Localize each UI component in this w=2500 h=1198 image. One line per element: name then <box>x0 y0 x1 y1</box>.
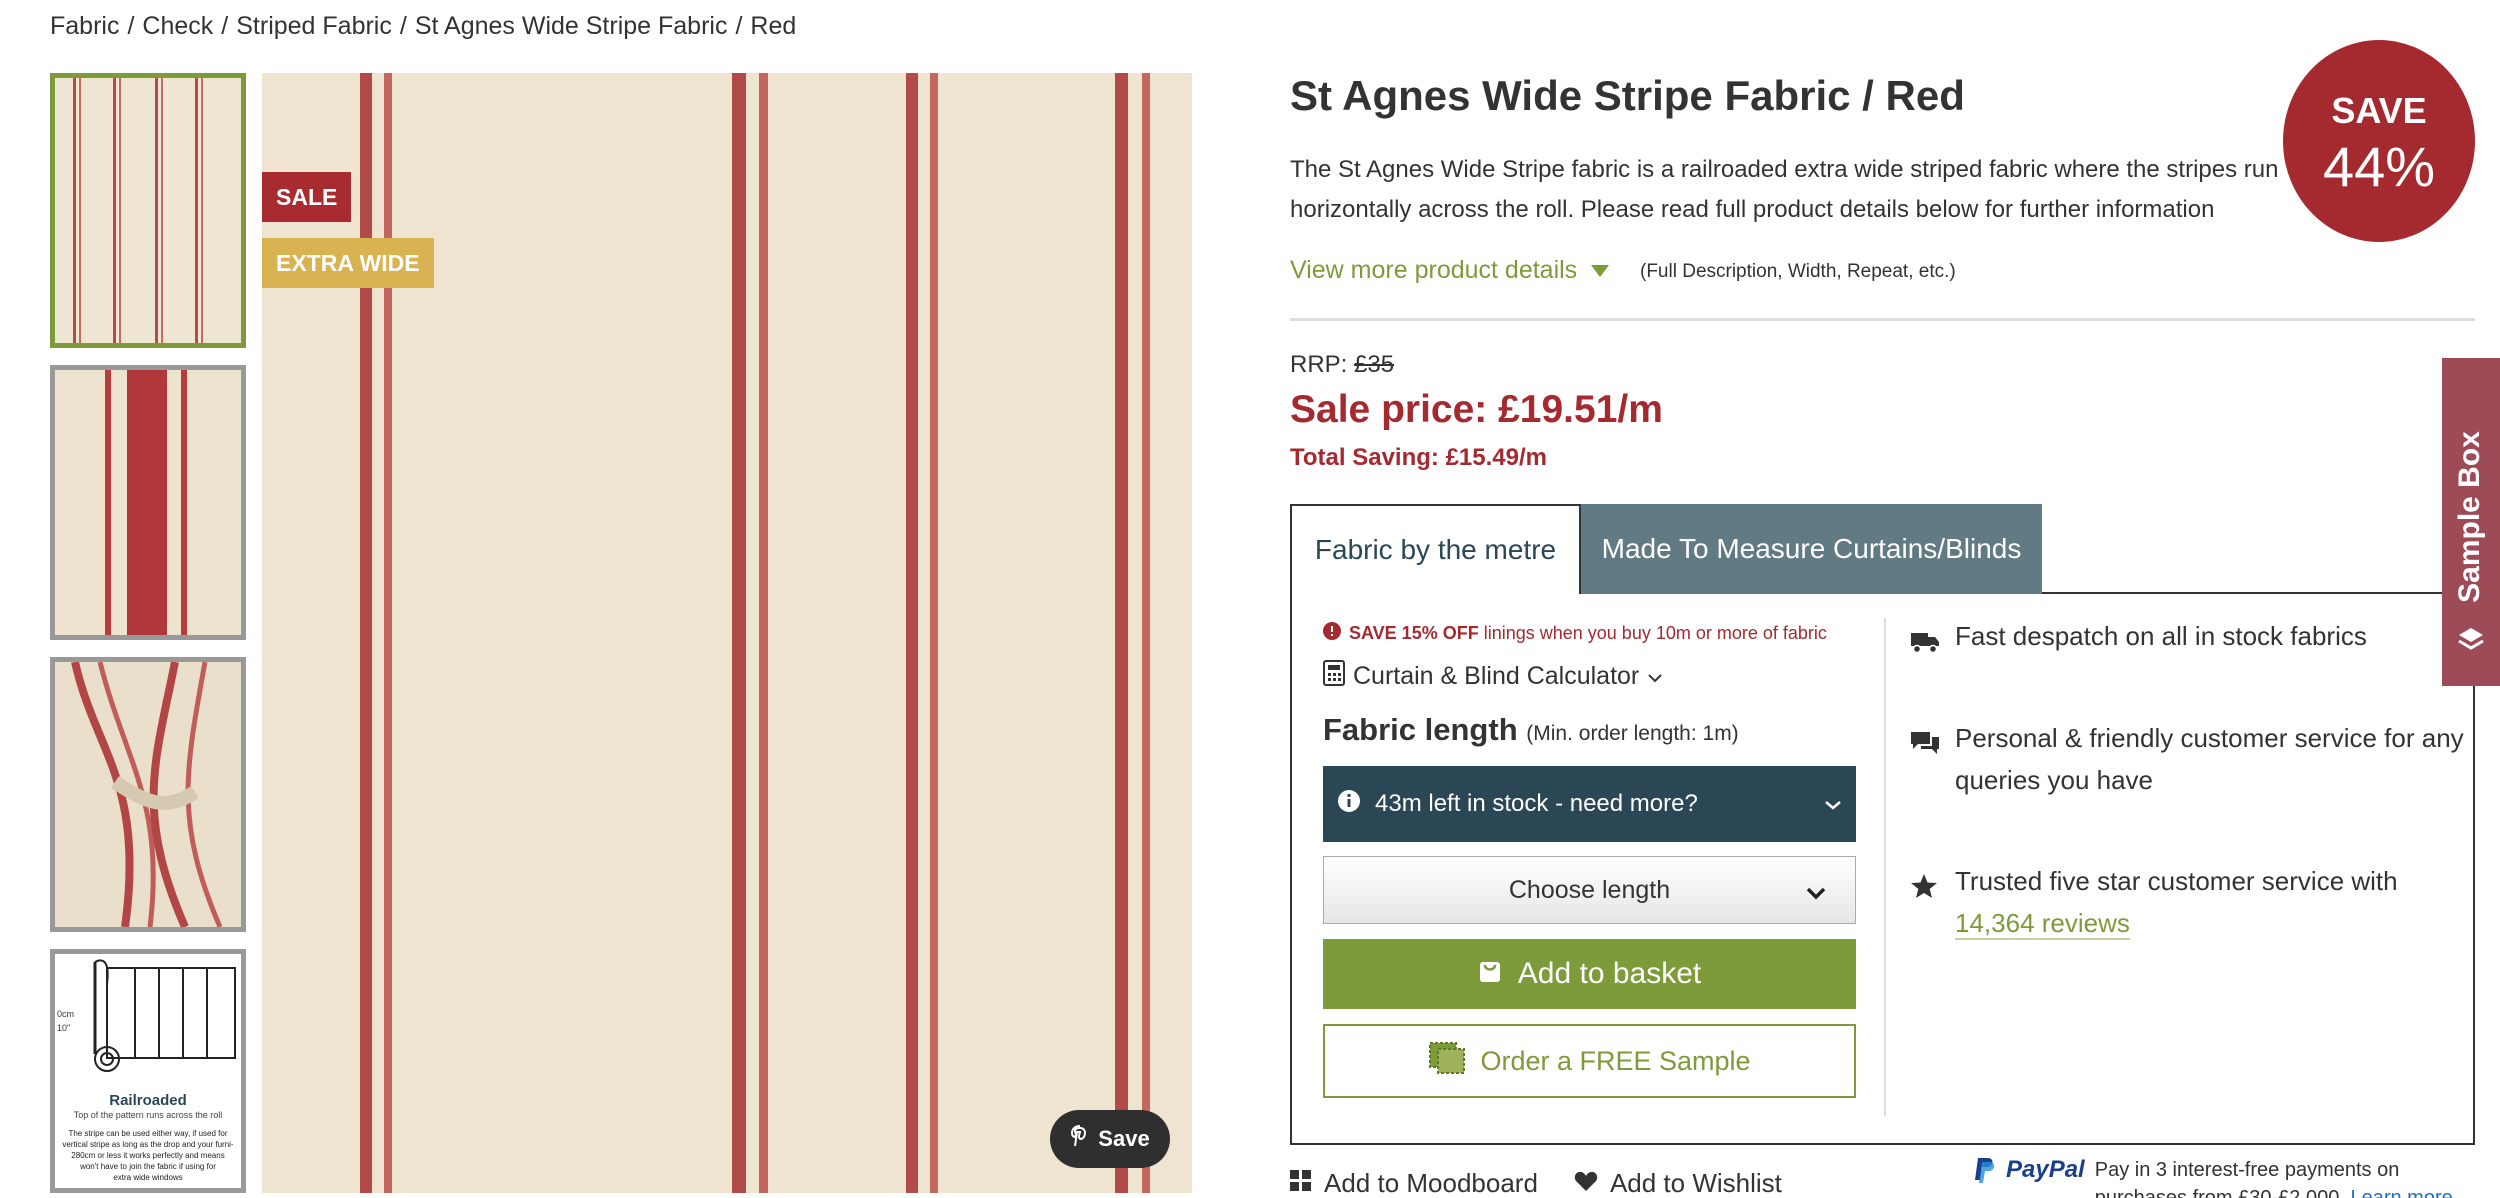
rrp-value: £35 <box>1354 351 1395 378</box>
sale-badge: SALE <box>262 172 352 222</box>
view-more-details-link[interactable]: View more product details <box>1290 256 1610 285</box>
moodboard-label: Add to Moodboard <box>1324 1168 1538 1198</box>
paypal-text-2: purchases from £30-£2,000. <box>2094 1187 2345 1198</box>
wishlist-label: Add to Wishlist <box>1609 1168 1782 1198</box>
reviews-link[interactable]: 14,364 reviews <box>1955 908 2130 940</box>
paypal-text: Pay in 3 interest-free payments on <box>2094 1159 2400 1181</box>
layers-icon <box>2458 628 2484 650</box>
heart-icon <box>1574 1168 1598 1198</box>
paypal-message: PayPal Pay in 3 interest-free payments o… <box>1972 1156 2453 1198</box>
rrp: RRP: £35 <box>1290 351 1394 379</box>
panel-divider <box>1884 618 1886 1116</box>
pinterest-icon <box>1070 1124 1090 1154</box>
info-icon <box>1337 789 1361 820</box>
view-more-details-label: View more product details <box>1290 256 1578 284</box>
basket-icon <box>1478 956 1502 992</box>
stock-info-toggle[interactable]: 43m left in stock - need more? <box>1323 766 1856 842</box>
stock-text: 43m left in stock - need more? <box>1375 790 1698 817</box>
rrp-label: RRP: <box>1290 351 1348 378</box>
sample-box-label: Sample Box <box>2453 431 2486 603</box>
chevron-down-icon <box>1824 790 1842 818</box>
promo-bold: SAVE 15% OFF <box>1349 623 1479 643</box>
chevron-down-icon <box>1647 662 1663 691</box>
sale-price: Sale price: £19.51/m <box>1290 388 1663 431</box>
add-to-moodboard-link[interactable]: Add to Moodboard <box>1290 1168 1538 1198</box>
truck-icon <box>1910 624 1940 654</box>
railroaded-note-line: won't have to join the fabric if using f… <box>80 1162 216 1171</box>
choose-length-value: Choose length <box>1508 875 1671 904</box>
thumbnail-1[interactable] <box>50 73 246 348</box>
paypal-text-block: Pay in 3 interest-free payments on purcha… <box>2095 1156 2453 1198</box>
breadcrumb-separator: / <box>221 12 229 40</box>
railroaded-note-line: vertical stripe as long as the drop and … <box>62 1140 234 1149</box>
more-details-note: (Full Description, Width, Repeat, etc.) <box>1640 261 1956 282</box>
railroaded-note-line: 280cm or less it works perfectly and mea… <box>71 1151 225 1160</box>
breadcrumb-check[interactable]: Check <box>142 12 213 40</box>
tab-made-to-measure[interactable]: Made To Measure Curtains/Blinds <box>1581 504 2042 594</box>
thumbnail-2[interactable] <box>50 365 246 640</box>
curtain-calculator-toggle[interactable]: Curtain & Blind Calculator <box>1323 660 1663 693</box>
grid-icon <box>1290 1168 1312 1198</box>
triangle-down-icon <box>1591 264 1610 277</box>
save-percent: 44% <box>2322 135 2436 198</box>
breadcrumb-fabric[interactable]: Fabric <box>50 12 119 40</box>
bottom-actions: Add to Moodboard Add to Wishlist <box>1290 1168 1782 1198</box>
thumbnail-3[interactable] <box>50 657 246 932</box>
chevron-down-icon <box>1805 879 1827 908</box>
railroaded-note: The stripe can be used either way, if us… <box>55 1128 241 1183</box>
extra-wide-badge: EXTRA WIDE <box>262 238 434 288</box>
save-label: SAVE <box>2331 90 2427 131</box>
railroaded-dim-inch: 10" <box>57 1023 71 1033</box>
tab-fabric-by-the-metre[interactable]: Fabric by the metre <box>1290 504 1581 594</box>
choose-length-select[interactable]: Choose length <box>1323 856 1856 924</box>
fabric-length-heading: Fabric length <box>1323 712 1518 747</box>
breadcrumb-striped-fabric[interactable]: Striped Fabric <box>236 12 392 40</box>
paypal-learn-more-link[interactable]: Learn more <box>2350 1187 2452 1198</box>
thumbnail-4-railroaded[interactable]: 0cm 10" Railroaded Top of the pattern ru… <box>50 949 246 1193</box>
feature-text: Personal & friendly customer service for… <box>1955 723 2464 795</box>
calculator-label: Curtain & Blind Calculator <box>1353 662 1640 690</box>
add-to-basket-label: Add to basket <box>1517 957 1702 990</box>
railroaded-note-line: The stripe can be used either way, if us… <box>68 1129 228 1138</box>
chat-icon <box>1910 726 1940 754</box>
feature-text: Fast despatch on all in stock fabrics <box>1955 621 2367 651</box>
stripe-thumbnail-image <box>55 78 241 343</box>
railroaded-note-line: extra wide windows <box>113 1173 183 1182</box>
sample-box-tab[interactable]: Sample Box <box>2442 358 2500 686</box>
total-saving: Total Saving: £15.49/m <box>1290 444 1547 471</box>
star-icon <box>1910 869 1940 898</box>
railroaded-caption: Top of the pattern runs across the roll <box>73 1110 223 1120</box>
breadcrumb-separator: / <box>399 12 407 40</box>
calculator-icon <box>1323 660 1345 693</box>
pinterest-save-label: Save <box>1098 1126 1150 1151</box>
breadcrumb-separator: / <box>127 12 135 40</box>
product-title: St Agnes Wide Stripe Fabric / Red <box>1290 72 1965 119</box>
breadcrumb-separator: / <box>735 12 743 40</box>
order-free-sample-button[interactable]: Order a FREE Sample <box>1323 1024 1856 1098</box>
add-to-basket-button[interactable]: Add to basket <box>1323 939 1856 1009</box>
product-description: The St Agnes Wide Stripe fabric is a rai… <box>1290 156 2279 223</box>
breadcrumb: Fabric / Check / Striped Fabric / St Agnes Wid… <box>50 12 796 41</box>
swatch-icon <box>1428 1041 1466 1082</box>
fabric-length-label: Fabric length (Min. order length: 1m) <box>1323 712 1739 748</box>
five-star-text: Trusted five star customer service with <box>1955 866 2398 896</box>
add-to-wishlist-link[interactable]: Add to Wishlist <box>1574 1168 1782 1198</box>
paypal-logo-icon <box>1972 1156 1996 1198</box>
divider <box>1290 318 2475 321</box>
promo-text: linings when you buy 10m or more of fabr… <box>1483 623 1827 643</box>
railroaded-title: Railroaded <box>109 1092 187 1109</box>
stripe-closeup-image <box>55 370 241 635</box>
breadcrumb-product[interactable]: St Agnes Wide Stripe Fabric <box>415 12 728 40</box>
draped-fabric-image <box>55 662 241 927</box>
railroaded-dim-cm: 0cm <box>57 1009 75 1019</box>
feature-text: Trusted five star customer service with 1… <box>1955 860 2475 944</box>
pinterest-save-button[interactable]: Save <box>1050 1110 1170 1168</box>
paypal-brand: PayPal <box>2006 1156 2085 1183</box>
save-percentage-badge: SAVE 44% <box>2283 40 2475 242</box>
breadcrumb-color: Red <box>750 12 797 40</box>
min-order-note: (Min. order length: 1m) <box>1526 722 1739 745</box>
linings-promo: SAVE 15% OFF linings when you buy 10m or… <box>1323 622 1827 645</box>
info-alert-icon <box>1323 622 1341 645</box>
order-sample-label: Order a FREE Sample <box>1480 1045 1751 1076</box>
